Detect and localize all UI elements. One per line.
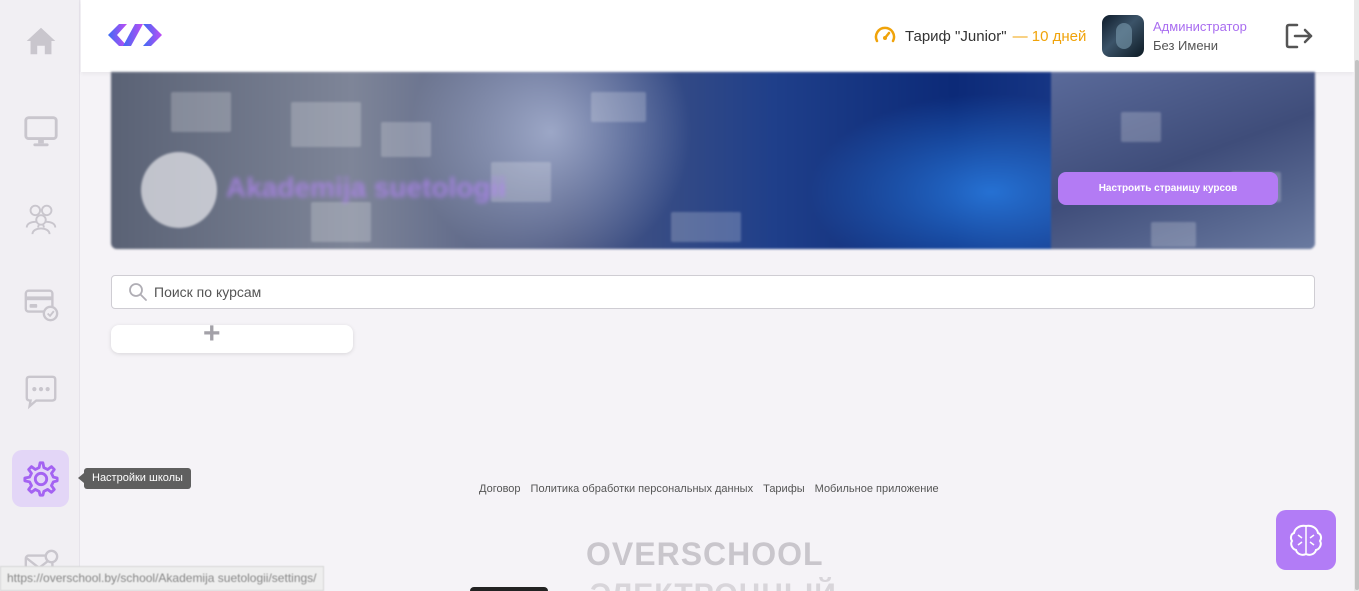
search-icon <box>129 283 147 301</box>
school-banner: Akademija suetologii <box>111 72 1315 249</box>
footer-links: Договор Политика обработки персональных … <box>479 483 939 495</box>
footer-link-privacy[interactable]: Политика обработки персональных данных <box>531 483 754 495</box>
footer-link-tariffs[interactable]: Тарифы <box>763 483 805 495</box>
tariff-info[interactable]: Тариф "Junior" — 10 дней <box>873 24 1086 48</box>
footer-link-mobile-app[interactable]: Мобильное приложение <box>815 483 939 495</box>
chat-icon <box>25 375 56 409</box>
footer-badge <box>470 587 548 591</box>
logout-icon[interactable] <box>1284 22 1316 50</box>
overschool-logo[interactable] <box>105 20 165 50</box>
brain-icon <box>1289 524 1323 556</box>
add-course-icon: + <box>203 325 225 350</box>
footer-link-contract[interactable]: Договор <box>479 483 521 495</box>
footer-brand: OVERSCHOOL <box>586 536 824 572</box>
avatar[interactable] <box>1102 15 1144 57</box>
customize-courses-page-button[interactable]: Настроить страницу курсов <box>1058 172 1278 205</box>
search-input[interactable] <box>154 284 1254 300</box>
ai-assistant-button[interactable] <box>1276 510 1336 570</box>
sidebar-item-students[interactable] <box>12 189 69 246</box>
users-icon <box>25 204 56 234</box>
gear-icon <box>22 460 59 497</box>
sidebar-item-courses[interactable] <box>12 102 69 159</box>
user-name: Без Имени <box>1153 38 1218 53</box>
sidebar-item-chat[interactable] <box>12 362 69 419</box>
course-search[interactable] <box>111 275 1315 309</box>
banner-right-panel <box>1051 72 1315 249</box>
school-title: Akademija suetologii <box>226 172 507 203</box>
sidebar-item-home[interactable] <box>12 12 69 69</box>
sidebar-item-payments[interactable] <box>12 275 69 332</box>
scrollbar-thumb[interactable] <box>1355 60 1359 590</box>
monitor-icon <box>23 115 58 146</box>
sidebar-item-school-settings[interactable] <box>12 450 69 507</box>
school-avatar <box>141 152 217 228</box>
user-role[interactable]: Администратор <box>1153 19 1247 34</box>
sidebar <box>0 0 80 591</box>
footer-brand-secondary: ЭЛЕКТРОННЫЙ <box>590 578 837 591</box>
top-header: Тариф "Junior" — 10 дней Администратор Б… <box>81 0 1354 72</box>
tariff-days: — 10 дней <box>1012 27 1087 45</box>
payments-icon <box>24 289 58 321</box>
speedometer-icon <box>874 26 896 43</box>
tariff-label: Тариф "Junior" <box>905 27 1007 45</box>
status-bar-url: https://overschool.by/school/Akademija s… <box>0 566 324 591</box>
home-icon <box>26 27 55 54</box>
add-course-card[interactable]: + <box>111 325 353 353</box>
sidebar-tooltip: Настройки школы <box>78 468 191 489</box>
